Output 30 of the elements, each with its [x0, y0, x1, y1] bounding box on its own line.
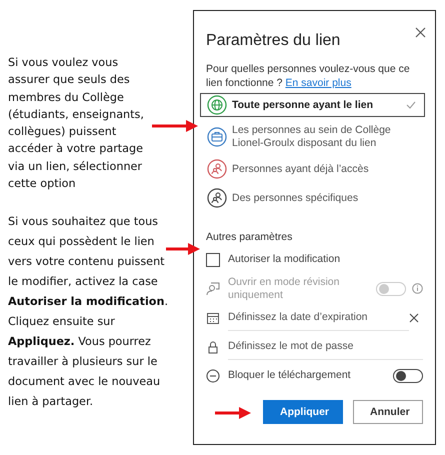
arrow-icon — [152, 120, 198, 132]
learn-more-link[interactable]: En savoir plus — [285, 77, 352, 89]
check-icon — [406, 101, 416, 109]
close-icon[interactable] — [415, 27, 426, 38]
info-icon[interactable] — [412, 283, 423, 294]
setting-label: Ouvrir en mode révision uniquement — [228, 276, 340, 302]
cancel-button[interactable]: Annuler — [353, 400, 423, 424]
section-heading: Autres paramètres — [206, 231, 294, 243]
arrow-icon — [166, 243, 200, 255]
setting-label: Bloquer le téléchargement — [228, 369, 352, 382]
link-option[interactable]: Toute personne ayant le lien — [200, 93, 425, 117]
arrow-icon — [215, 407, 251, 419]
toggle-switch[interactable] — [393, 368, 423, 382]
reviewer-icon — [206, 282, 220, 296]
input-field[interactable]: Définissez le mot de passe — [228, 334, 423, 360]
block-icon — [206, 368, 220, 382]
dialog-title: Paramètres du lien — [206, 31, 340, 50]
question-text: Pour quelles personnes voulez-vous que ce lien fonctionne ? En savoir plus — [206, 62, 411, 90]
apply-button[interactable]: Appliquer — [263, 400, 343, 424]
instruction-text: Si vous voulez vous assurer que seuls des membres du Collège (étudiants, enseignants, collègues) puissent accéder à votre partage via un lien, sélectionner cette option — [8, 55, 145, 192]
input-field[interactable]: Définissez la date d’expiration — [228, 304, 409, 330]
lock-icon — [206, 340, 220, 354]
calendar-icon — [206, 310, 220, 324]
link-option[interactable]: Des personnes spécifiques — [200, 186, 425, 210]
instruction-text: Si vous souhaitez que tous ceux qui possèdent le lien vers votre contenu puissent le modifier, activez la case Autoriser la modification. Cliquez ensuite sur Appliquez. Vous pourrez travailler à plusieurs sur le document avec le nouveau lien à partager. — [8, 214, 170, 410]
link-option[interactable]: Personnes ayant déjà l’accès — [200, 157, 425, 181]
clear-icon[interactable] — [409, 312, 419, 322]
link-option[interactable]: Les personnes au sein de Collège Lionel-Groulx disposant du lien — [200, 122, 425, 152]
setting-label: Autoriser la modification — [228, 253, 340, 266]
checkbox[interactable] — [206, 252, 220, 266]
